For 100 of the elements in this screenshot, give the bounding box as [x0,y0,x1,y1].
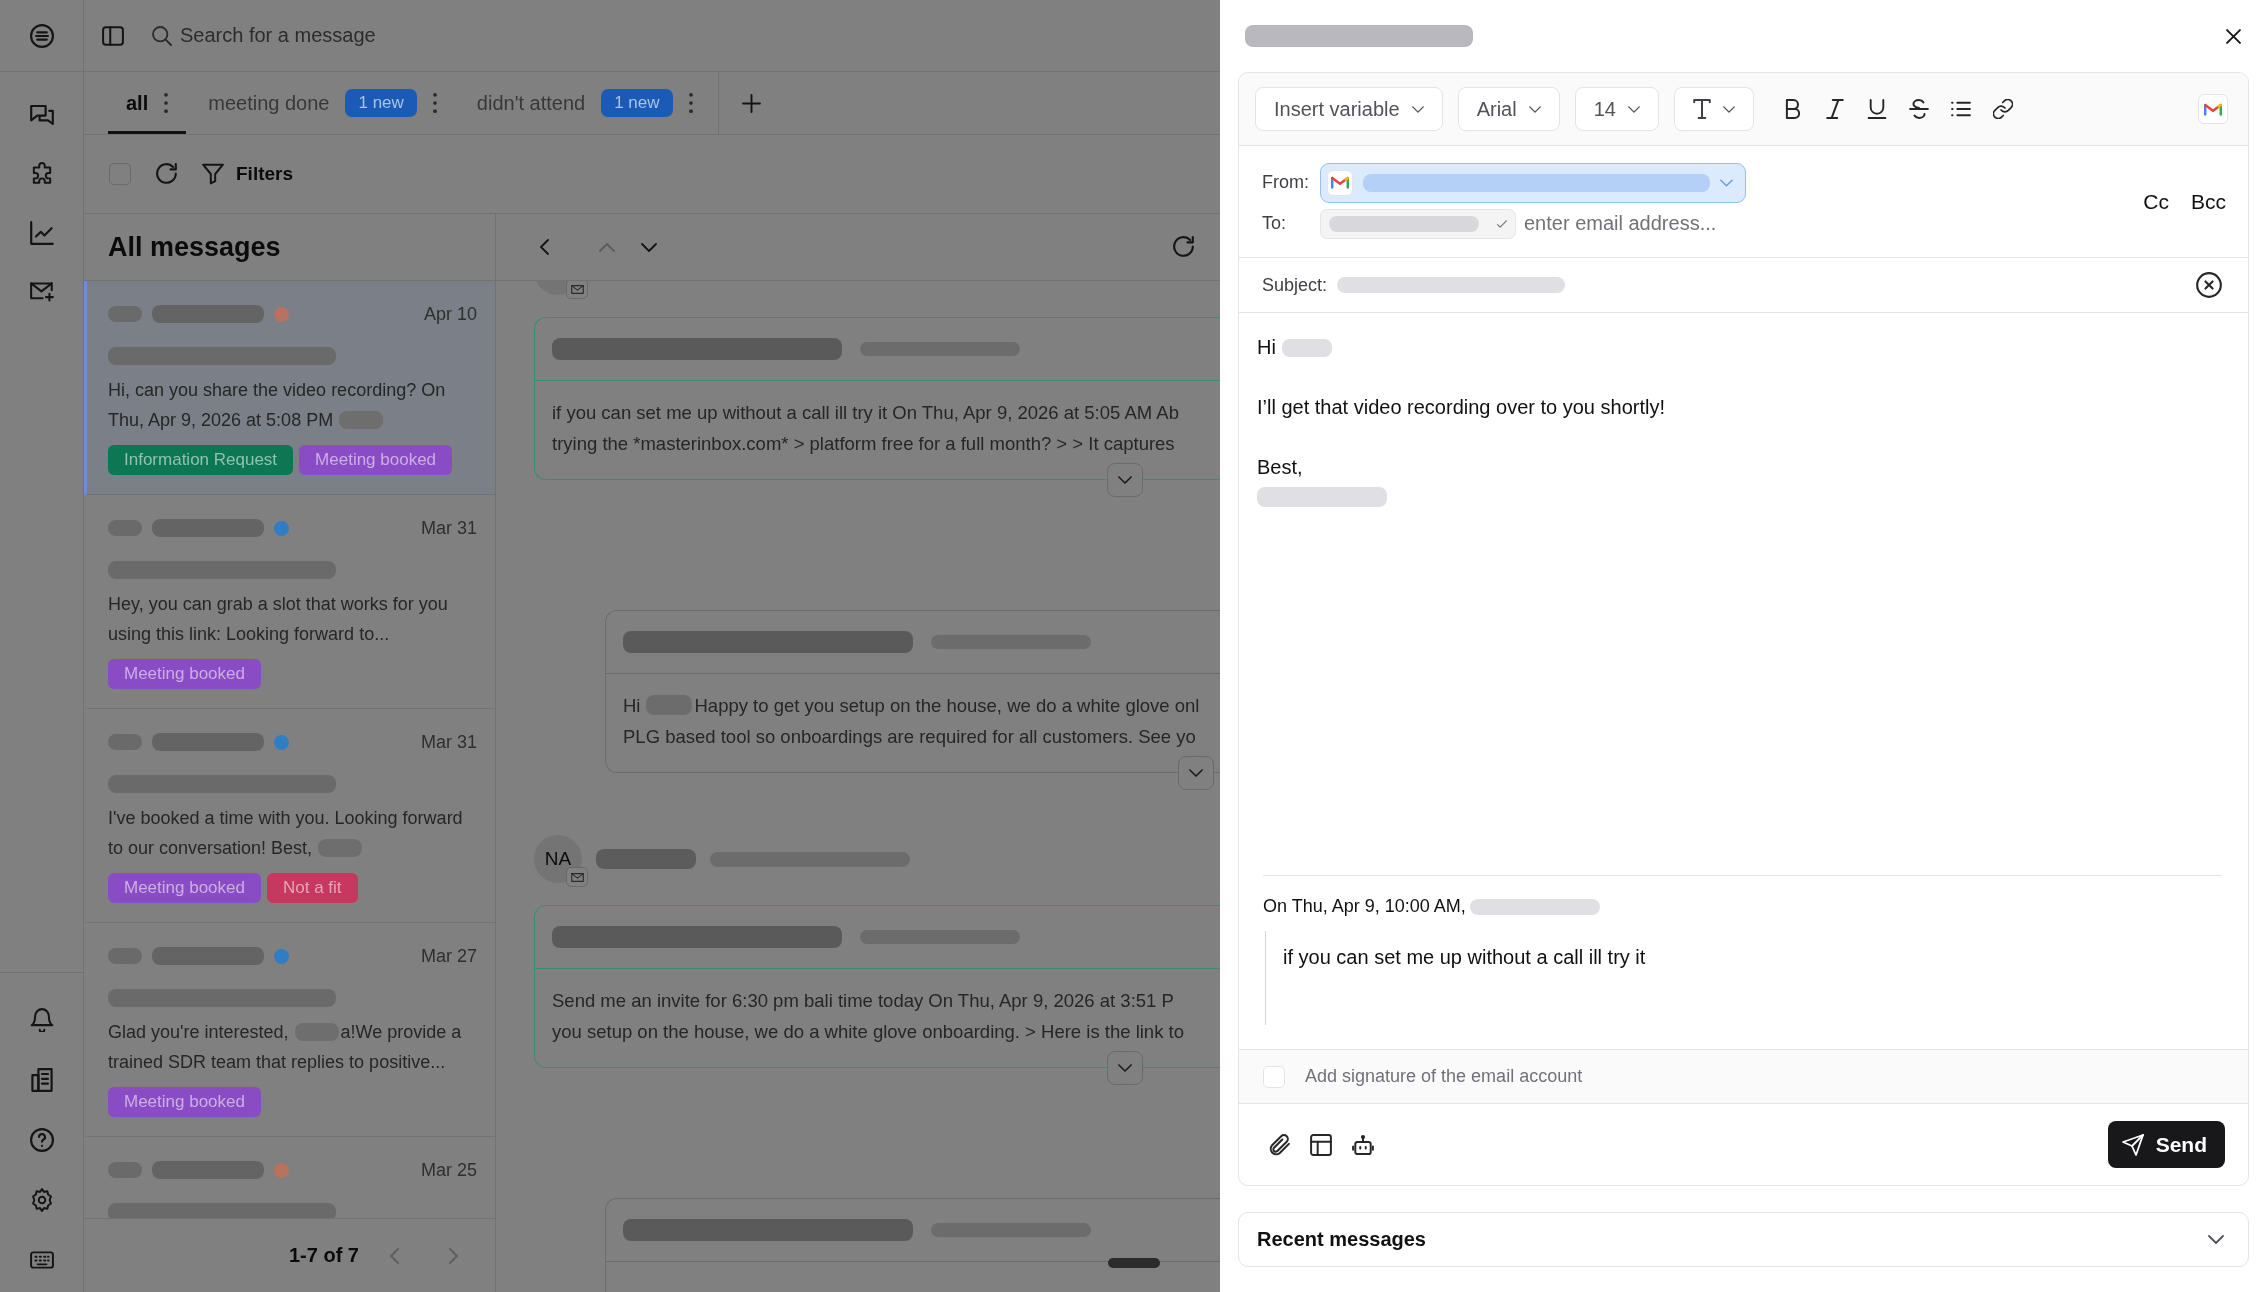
chevron-down-icon [1189,769,1203,777]
paperclip-icon[interactable] [1268,1133,1290,1156]
mail-plus-icon[interactable] [29,280,54,304]
logo-icon[interactable] [29,23,54,48]
chevron-down-icon [1528,105,1541,113]
body-text: Hi [1257,332,1332,362]
chevron-left-icon[interactable] [540,239,549,255]
link-icon[interactable] [1992,99,2013,119]
from-label: From: [1262,172,1310,193]
message-item[interactable]: Mar 27 Glad you're interested, a!We provide a trained SDR team that replies to positive... Meeting booked [84,923,495,1137]
expand-button[interactable] [1107,1051,1143,1085]
message-preview: I've booked a time with you. Looking forward to our conversation! Best, [108,807,464,860]
check-icon [1497,219,1507,228]
avatar: NA [534,835,582,883]
robot-icon[interactable] [1352,1133,1374,1156]
body-text: I’ll get that video recording over to you shortly! [1257,395,1665,420]
m-logo-icon [1327,169,1353,196]
signature-checkbox[interactable] [1263,1065,1285,1088]
message-item[interactable]: Mar 25 [84,1137,495,1218]
redacted-text [108,306,142,322]
search-icon [152,25,172,46]
m-logo-icon[interactable] [2198,94,2228,124]
keyboard-icon[interactable] [29,1248,54,1272]
more-icon[interactable] [432,93,437,113]
clear-icon[interactable] [2196,272,2222,298]
page-range: 1-7 of 7 [288,1244,359,1267]
bell-icon[interactable] [29,1008,54,1032]
message-item[interactable]: Mar 31 Hey, you can grab a slot that works for you using this link: Looking forward to... Meeting booked [84,495,495,709]
search-field[interactable]: Search for a message [180,24,480,47]
font-select[interactable]: Arial [1457,87,1560,131]
recent-messages-toggle[interactable]: Recent messages [1238,1212,2249,1267]
sidebar-toggle-icon[interactable] [102,25,124,46]
category-tag: Meeting booked [108,1087,261,1117]
list-icon[interactable] [1950,99,1971,119]
category-tag: Meeting booked [108,659,261,689]
strikethrough-icon[interactable] [1908,99,1929,119]
chart-icon[interactable] [29,221,54,245]
to-label: To: [1262,213,1287,234]
tab[interactable]: all [108,72,187,134]
text-style-select[interactable] [1673,87,1754,131]
signature-label: Add signature of the email account [1305,1066,1583,1087]
body-text: Best, [1257,455,1303,480]
tab[interactable]: didn't attend 1 new [458,72,711,134]
font-size-select[interactable]: 14 [1574,87,1659,131]
underline-icon[interactable] [1866,99,1887,119]
chevron-down-icon [1720,178,1733,187]
message-text: if you can set me up without a call ill try it On Thu, Apr 9, 2026 at 5:05 AM Ab [552,401,1179,425]
message-text: trying the *masterinbox.com* > platform free for a full month? > > It captures [552,432,1175,456]
bcc-link[interactable]: Bcc [2191,189,2226,214]
scrollbar-thumb[interactable] [1108,1258,1160,1268]
list-title: All messages [108,231,281,263]
expand-button[interactable] [1107,463,1143,497]
message-date: Mar 31 [420,731,477,753]
message-item[interactable]: Apr 10 Hi, can you share the video recording? On Thu, Apr 9, 2026 at 5:08 PM Information Request Meeting booked [84,281,495,495]
refresh-icon[interactable] [156,163,178,185]
to-input-field[interactable]: enter email address... [1524,212,1764,235]
message-date: Apr 10 [423,303,477,325]
chevron-down-icon [1118,476,1132,484]
italic-icon[interactable] [1824,99,1845,119]
close-icon[interactable] [2226,28,2241,44]
new-count-badge: 1 new [601,89,673,117]
message-text: Hi Happy to get you setup on the house, we do a white glove onl [623,694,1200,718]
tab[interactable]: meeting done 1 new [190,72,455,134]
expand-button[interactable] [1178,756,1214,790]
chevron-down-icon [1627,105,1640,113]
quote-header: On Thu, Apr 9, 10:00 AM, [1263,895,1600,917]
chat-icon[interactable] [29,103,54,127]
help-icon[interactable] [29,1128,54,1152]
document-icon[interactable] [29,1068,54,1092]
new-count-badge: 1 new [345,89,417,117]
add-tab-icon[interactable] [741,93,761,113]
chevron-down-icon [1118,1064,1132,1072]
filters-button[interactable]: Filters [202,163,294,185]
message-item[interactable]: Mar 31 I've booked a time with you. Looking forward to our conversation! Best, Meeting booked Not a fit [84,709,495,923]
message-text: PLG based tool so onboardings are required for all customers. See yo [623,725,1196,749]
variable-select[interactable]: Insert variable [1255,87,1443,131]
message-date: Mar 25 [420,1159,477,1181]
subject-label: Subject: [1262,274,1328,296]
more-icon[interactable] [164,93,169,113]
chevron-down-icon [1722,105,1735,113]
message-preview: Glad you're interested, a!We provide a trained SDR team that replies to positive... [108,1021,463,1074]
message-preview: Hey, you can grab a slot that works for you using this link: Looking forward to... [108,593,449,646]
message-text: Send me an invite for 6:30 pm bali time today On Thu, Apr 9, 2026 at 3:51 P [552,989,1174,1013]
message-text: you setup on the house, we do a white glove onboarding. > Here is the link to [552,1020,1184,1044]
quoted-text: if you can set me up without a call ill try it [1283,945,1646,970]
category-tag: Meeting booked [299,445,453,475]
more-icon[interactable] [688,93,693,113]
settings-icon[interactable] [29,1188,54,1212]
message-date: Mar 27 [420,945,477,967]
send-icon [2121,1133,2144,1156]
send-button[interactable]: Send [2107,1121,2225,1168]
mail-icon [566,867,588,887]
category-tag: Meeting booked [108,873,261,903]
refresh-icon[interactable] [1173,236,1195,258]
layout-icon[interactable] [1310,1133,1332,1156]
category-tag: Information Request [108,445,294,475]
chevron-down-icon[interactable] [641,242,657,252]
message-date: Mar 31 [420,517,477,539]
category-tag: Not a fit [267,873,358,903]
cc-link[interactable]: Cc [2143,189,2169,214]
